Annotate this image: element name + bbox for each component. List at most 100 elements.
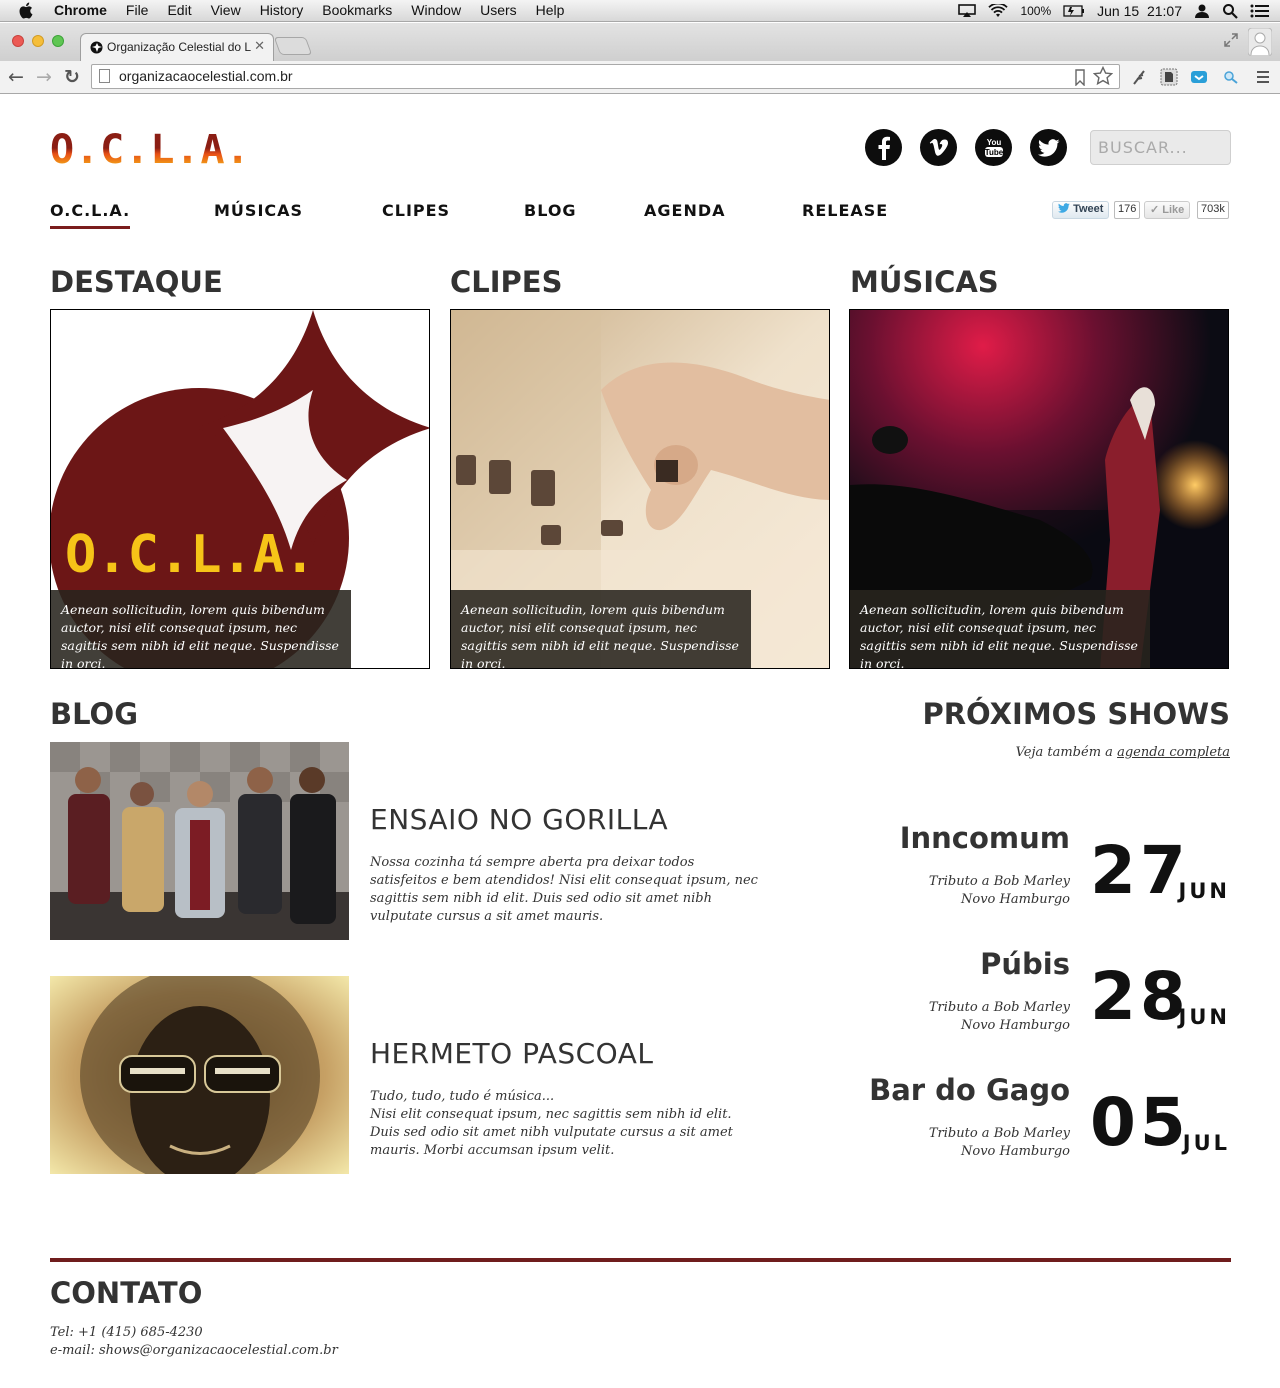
show-city: Novo Hamburgo (961, 892, 1070, 907)
notification-list-icon[interactable] (1250, 3, 1270, 19)
feature-card-clipes[interactable]: Aenean sollicitudin, lorem quis bibendum… (450, 309, 830, 669)
show-city: Novo Hamburgo (961, 1018, 1070, 1033)
back-arrow-icon[interactable]: ← (8, 66, 24, 88)
section-heading-clipes: CLIPES (450, 265, 563, 299)
facebook-icon[interactable] (865, 129, 902, 166)
menu-history[interactable]: History (260, 2, 304, 18)
page-icon (99, 69, 110, 83)
extension-evernote-icon[interactable] (1160, 68, 1178, 86)
main-navigation: O.C.L.A. MÚSICAS CLIPES BLOG AGENDA RELE… (50, 201, 950, 231)
show-month: JUL (1182, 1131, 1230, 1155)
menu-users[interactable]: Users (480, 2, 517, 18)
window-close-button[interactable] (12, 35, 24, 47)
battery-icon[interactable] (1063, 5, 1085, 17)
nav-agenda[interactable]: AGENDA (644, 201, 726, 220)
nav-clipes[interactable]: CLIPES (382, 201, 450, 220)
extension-pocket-icon[interactable] (1190, 68, 1208, 86)
battery-percent: 100% (1020, 4, 1052, 18)
tab-title: Organização Celestial do L (107, 40, 252, 54)
forward-arrow-icon[interactable]: → (36, 66, 52, 88)
site-logo[interactable]: O.C.L.A. (50, 130, 251, 170)
menu-app-chrome[interactable]: Chrome (54, 2, 107, 18)
nav-release[interactable]: RELEASE (802, 201, 888, 220)
ocla-logo-text: O.C.L.A. (65, 525, 315, 585)
like-count: 703k (1197, 201, 1229, 219)
show-day: 28 (1090, 958, 1190, 1035)
twitter-icon[interactable] (1030, 129, 1067, 166)
blog-post-image-hermeto[interactable] (50, 976, 349, 1174)
youtube-icon[interactable]: You Tube (975, 129, 1012, 166)
blog-post-image-band[interactable] (50, 742, 349, 940)
contact-email[interactable]: e-mail: shows@organizacaocelestial.com.b… (50, 1343, 338, 1358)
hermeto-photo (50, 976, 349, 1174)
menu-bar: Chrome File Edit View History Bookmarks … (0, 0, 1280, 22)
site-favicon-icon (90, 41, 103, 54)
address-bar[interactable]: organizacaocelestial.com.br (91, 64, 1120, 89)
reload-icon[interactable]: ↻ (64, 66, 80, 88)
show-item[interactable]: Bar do Gago Tributo a Bob Marley Novo Ha… (820, 1073, 1230, 1183)
agenda-completa-link[interactable]: agenda completa (1117, 745, 1230, 760)
extension-magnifier-icon[interactable] (1222, 68, 1240, 86)
section-heading-musicas: MÚSICAS (850, 265, 999, 299)
menu-bookmarks[interactable]: Bookmarks (322, 2, 392, 18)
tab-close-icon[interactable]: ✕ (254, 38, 265, 54)
blog-post-title[interactable]: HERMETO PASCOAL (370, 1037, 653, 1070)
feature-caption: Aenean sollicitudin, lorem quis bibendum… (850, 590, 1150, 668)
blog-post-title[interactable]: ENSAIO NO GORILLA (370, 803, 668, 836)
tweet-button[interactable]: Tweet (1052, 201, 1110, 219)
feature-caption: Aenean sollicitudin, lorem quis bibendum… (451, 590, 751, 668)
footer-divider (50, 1258, 1231, 1262)
feature-card-musicas[interactable]: Aenean sollicitudin, lorem quis bibendum… (849, 309, 1229, 669)
fullscreen-icon[interactable] (1224, 33, 1238, 47)
nav-blog[interactable]: BLOG (524, 201, 577, 220)
feature-caption: Aenean sollicitudin, lorem quis bibendum… (51, 590, 351, 668)
svg-text:You: You (986, 138, 1001, 147)
window-minimize-button[interactable] (32, 35, 44, 47)
vimeo-icon[interactable] (920, 129, 957, 166)
show-venue: Púbis (980, 947, 1070, 981)
user-icon[interactable] (1194, 3, 1210, 19)
show-month: JUN (1178, 879, 1230, 903)
apple-icon[interactable] (18, 2, 33, 19)
show-item[interactable]: Inncomum Tributo a Bob Marley Novo Hambu… (820, 821, 1230, 931)
contact-phone: Tel: +1 (415) 685-4230 (50, 1325, 203, 1340)
bookmark-star-icon[interactable] (1093, 66, 1113, 86)
nav-ocla[interactable]: O.C.L.A. (50, 201, 131, 229)
menu-help[interactable]: Help (536, 2, 565, 18)
window-zoom-button[interactable] (52, 35, 64, 47)
search-input[interactable]: BUSCAR... (1090, 130, 1231, 165)
social-links: You Tube (865, 129, 1085, 166)
band-photo (50, 742, 349, 940)
show-item[interactable]: Púbis Tributo a Bob Marley Novo Hamburgo… (820, 947, 1230, 1057)
show-venue: Bar do Gago (869, 1073, 1070, 1107)
tweet-label: Tweet (1073, 203, 1104, 215)
address-bar-url[interactable]: organizacaocelestial.com.br (119, 68, 293, 84)
show-month: JUN (1178, 1005, 1230, 1029)
check-icon: ✓ (1150, 204, 1160, 216)
show-day: 27 (1090, 832, 1190, 909)
menu-edit[interactable]: Edit (167, 2, 191, 18)
section-heading-contato: CONTATO (50, 1276, 203, 1310)
show-info: Tributo a Bob Marley Novo Hamburgo (929, 999, 1070, 1035)
wifi-icon[interactable] (988, 4, 1009, 18)
nav-musicas[interactable]: MÚSICAS (214, 201, 303, 220)
extension-feather-icon[interactable] (1130, 68, 1148, 86)
browser-tab-active[interactable]: Organização Celestial do L ✕ (80, 33, 274, 61)
bookmark-ribbon-icon[interactable] (1075, 69, 1085, 86)
profile-avatar-icon[interactable] (1248, 28, 1272, 56)
shows-agenda-note: Veja também a agenda completa (1016, 745, 1230, 760)
chrome-menu-icon[interactable] (1254, 68, 1272, 86)
menubar-clock[interactable]: Jun 15 21:07 (1097, 3, 1182, 19)
show-info: Tributo a Bob Marley Novo Hamburgo (929, 1125, 1070, 1161)
menu-file[interactable]: File (126, 2, 149, 18)
like-button[interactable]: ✓ Like (1144, 201, 1191, 219)
new-tab-button[interactable] (273, 37, 313, 55)
browser-toolbar: ← → ↻ organizacaocelestial.com.br (0, 61, 1280, 94)
menu-view[interactable]: View (211, 2, 241, 18)
feature-card-destaque[interactable]: O.C.L.A. Aenean sollicitudin, lorem quis… (50, 309, 430, 669)
airplay-icon[interactable] (958, 4, 977, 18)
show-event: Tributo a Bob Marley (928, 874, 1070, 889)
menu-window[interactable]: Window (411, 2, 461, 18)
show-venue: Inncomum (899, 821, 1070, 855)
spotlight-search-icon[interactable] (1222, 3, 1238, 19)
